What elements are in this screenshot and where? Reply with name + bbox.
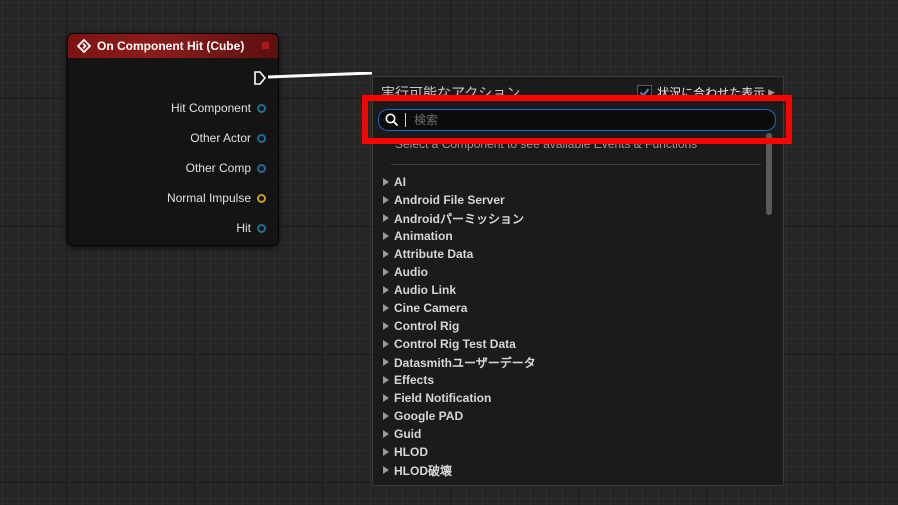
- category-item-datasmith-user-data[interactable]: Datasmithユーザーデータ: [383, 353, 763, 371]
- expand-triangle-icon[interactable]: [383, 340, 389, 348]
- expand-triangle-icon[interactable]: [383, 448, 389, 456]
- expand-triangle-icon[interactable]: [383, 250, 389, 258]
- search-input[interactable]: [405, 113, 775, 127]
- search-box[interactable]: [378, 109, 776, 131]
- category-item-attribute-data[interactable]: Attribute Data: [383, 245, 763, 263]
- expand-arrow-icon[interactable]: ▶: [768, 87, 775, 98]
- pin-label: Hit: [236, 221, 251, 235]
- pin-hit-component[interactable]: Hit Component: [171, 99, 266, 117]
- exec-out-pin-icon[interactable]: [253, 70, 267, 86]
- category-item-ai[interactable]: AI: [383, 173, 763, 191]
- category-label: Android File Server: [394, 193, 505, 207]
- pin-normal-impulse[interactable]: Normal Impulse: [167, 189, 266, 207]
- category-label: Google PAD: [394, 409, 464, 423]
- category-label: Guid: [394, 427, 422, 441]
- category-label: Cine Camera: [394, 301, 468, 315]
- category-label: Control Rig: [394, 319, 460, 333]
- category-label: Attribute Data: [394, 247, 474, 261]
- expand-triangle-icon[interactable]: [383, 286, 389, 294]
- category-item-cine-camera[interactable]: Cine Camera: [383, 299, 763, 317]
- category-item-control-rig[interactable]: Control Rig: [383, 317, 763, 335]
- divider: [391, 164, 761, 165]
- category-item-animation[interactable]: Animation: [383, 227, 763, 245]
- category-label: HLOD破壊: [394, 463, 452, 478]
- pin-label: Normal Impulse: [166, 191, 251, 205]
- category-item-audio-link[interactable]: Audio Link: [383, 281, 763, 299]
- hint-text: Select a Component to see available Even…: [395, 137, 698, 151]
- expand-triangle-icon[interactable]: [383, 304, 389, 312]
- category-item-guid[interactable]: Guid: [383, 425, 763, 443]
- struct-pin-icon[interactable]: [257, 223, 266, 233]
- expand-triangle-icon[interactable]: [383, 214, 389, 222]
- node-title: On Component Hit (Cube): [97, 39, 245, 53]
- category-label: Audio: [394, 265, 428, 279]
- expand-triangle-icon[interactable]: [383, 466, 389, 474]
- category-item-google-pad[interactable]: Google PAD: [383, 407, 763, 425]
- expand-triangle-icon[interactable]: [383, 394, 389, 402]
- category-item-audio[interactable]: Audio: [383, 263, 763, 281]
- pin-other-actor[interactable]: Other Actor: [190, 129, 266, 147]
- category-label: Animation: [394, 229, 453, 243]
- category-label: Datasmithユーザーデータ: [394, 355, 536, 370]
- expand-triangle-icon[interactable]: [383, 430, 389, 438]
- category-label: Androidパーミッション: [394, 211, 524, 226]
- stop-icon: [262, 42, 269, 49]
- vector-pin-icon[interactable]: [257, 193, 266, 203]
- action-menu: 実行可能なアクション 状況に合わせた表示 ▶ Select a Componen…: [372, 76, 784, 486]
- expand-triangle-icon[interactable]: [383, 412, 389, 420]
- expand-triangle-icon[interactable]: [383, 268, 389, 276]
- pin-label: Other Comp: [185, 161, 251, 175]
- exec-wire: [268, 72, 372, 79]
- context-sensitive-checkbox[interactable]: [637, 85, 653, 100]
- category-label: AI: [394, 175, 406, 189]
- expand-triangle-icon[interactable]: [383, 232, 389, 240]
- object-pin-icon[interactable]: [257, 133, 266, 143]
- search-icon: [385, 113, 399, 127]
- menu-header: 実行可能なアクション 状況に合わせた表示 ▶: [381, 83, 775, 103]
- pin-other-comp[interactable]: Other Comp: [186, 159, 266, 177]
- category-item-android-file-server[interactable]: Android File Server: [383, 191, 763, 209]
- pin-label: Hit Component: [170, 101, 251, 115]
- object-pin-icon[interactable]: [257, 163, 266, 173]
- category-item-android-permission[interactable]: Androidパーミッション: [383, 209, 763, 227]
- category-item-effects[interactable]: Effects: [383, 371, 763, 389]
- category-label: Audio Link: [394, 283, 456, 297]
- category-list: AI Android File Server Androidパーミッション An…: [383, 173, 763, 479]
- category-item-hlod[interactable]: HLOD: [383, 443, 763, 461]
- category-item-field-notification[interactable]: Field Notification: [383, 389, 763, 407]
- category-label: Effects: [394, 373, 435, 387]
- category-label: HLOD: [394, 445, 428, 459]
- menu-title: 実行可能なアクション: [381, 85, 521, 101]
- node-header[interactable]: On Component Hit (Cube): [68, 34, 278, 58]
- expand-triangle-icon[interactable]: [383, 322, 389, 330]
- category-label: Control Rig Test Data: [394, 337, 516, 351]
- scrollbar[interactable]: [766, 133, 772, 215]
- pin-hit[interactable]: Hit: [236, 219, 266, 237]
- expand-triangle-icon[interactable]: [383, 178, 389, 186]
- context-sensitive-toggle[interactable]: 状況に合わせた表示 ▶: [637, 84, 775, 101]
- checkmark-icon: [639, 88, 650, 98]
- category-item-control-rig-test-data[interactable]: Control Rig Test Data: [383, 335, 763, 353]
- pin-label: Other Actor: [190, 131, 251, 145]
- category-label: Field Notification: [394, 391, 492, 405]
- expand-triangle-icon[interactable]: [383, 358, 389, 366]
- category-item-hlod-destruction[interactable]: HLOD破壊: [383, 461, 763, 479]
- event-diamond-icon: [77, 39, 91, 53]
- object-pin-icon[interactable]: [257, 103, 266, 113]
- expand-triangle-icon[interactable]: [383, 376, 389, 384]
- event-node-on-component-hit[interactable]: On Component Hit (Cube) Hit Component Ot…: [67, 33, 279, 246]
- context-sensitive-label: 状況に合わせた表示: [657, 86, 766, 100]
- expand-triangle-icon[interactable]: [383, 196, 389, 204]
